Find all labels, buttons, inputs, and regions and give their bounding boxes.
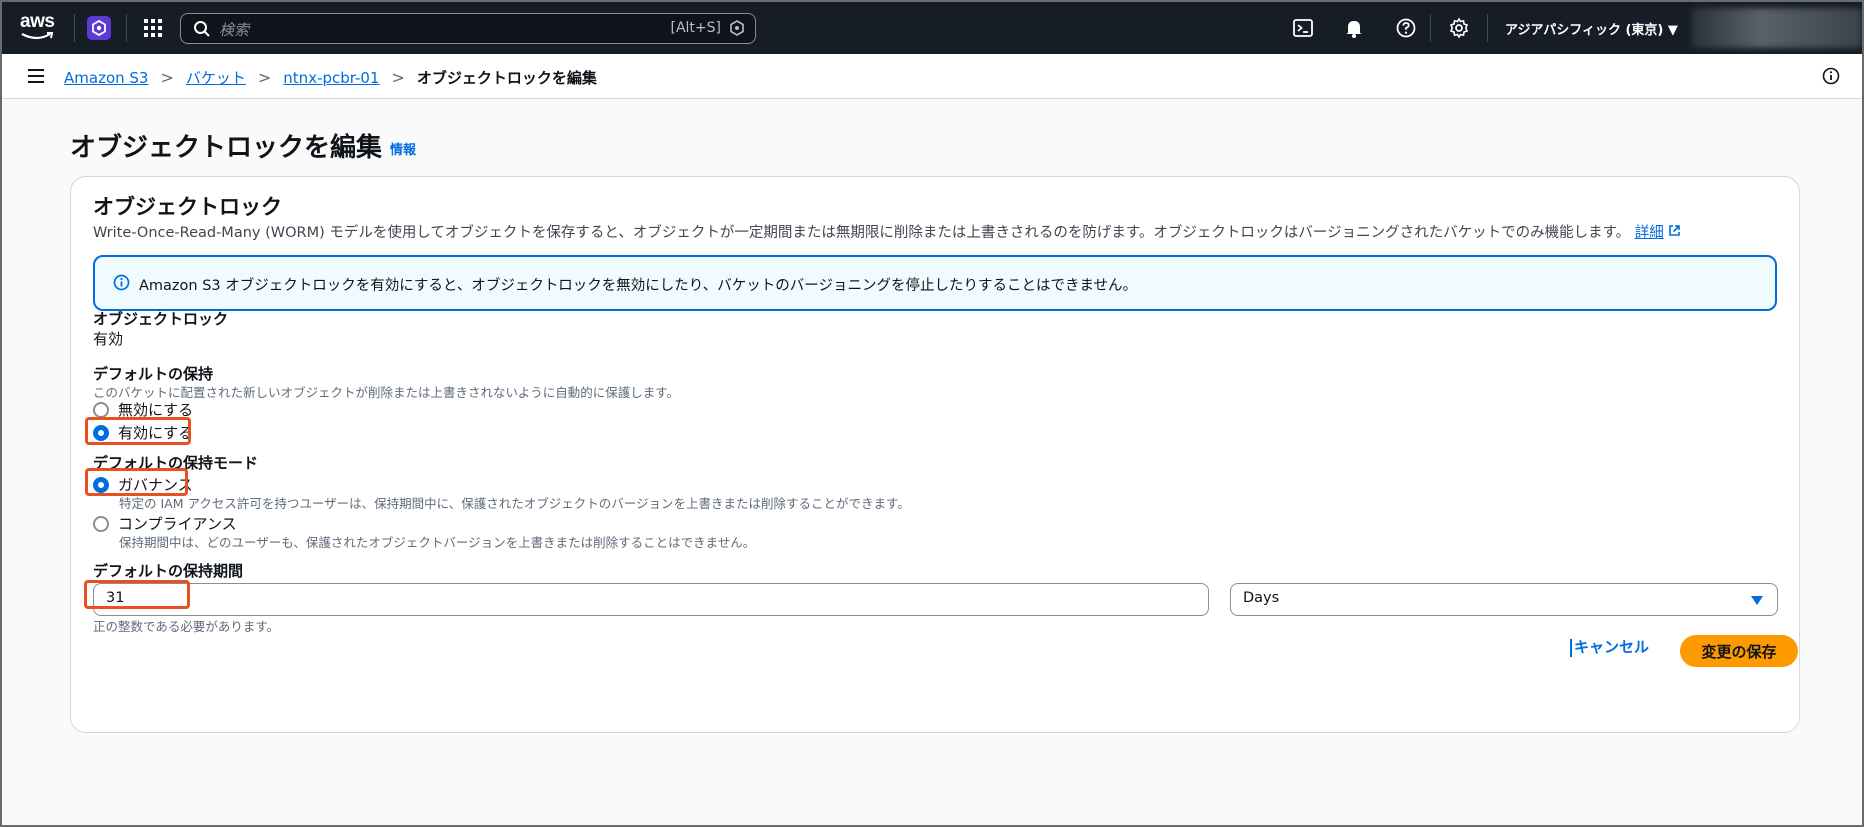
help-icon[interactable] xyxy=(1395,17,1417,39)
chevron-right-icon: > xyxy=(391,68,405,87)
cancel-button[interactable]: キャンセル xyxy=(1570,639,1649,657)
page-title-text: オブジェクトロックを編集 xyxy=(70,133,383,163)
amazon-q-icon[interactable] xyxy=(87,16,111,40)
settings-gear-icon[interactable] xyxy=(1448,17,1470,39)
aws-logo-text: aws xyxy=(20,11,55,32)
cloudshell-icon[interactable] xyxy=(1292,17,1314,39)
info-alert: Amazon S3 オブジェクトロックを有効にすると、オブジェクトロックを無効に… xyxy=(93,255,1777,311)
nav-divider xyxy=(1487,14,1488,42)
retention-unit-value: Days xyxy=(1243,590,1280,606)
radio-circle[interactable] xyxy=(93,401,109,418)
breadcrumb-bar: Amazon S3 > バケット > ntnx-pcbr-01 > オブジェクト… xyxy=(2,54,1862,99)
details-link[interactable]: 詳細 xyxy=(1635,225,1664,241)
object-lock-card: オブジェクトロック Write-Once-Read-Many (WORM) モデ… xyxy=(70,176,1800,733)
nav-divider xyxy=(74,14,75,42)
chevron-right-icon: > xyxy=(257,68,272,87)
highlight-box xyxy=(85,468,188,496)
nav-divider xyxy=(1430,14,1431,42)
default-retention-label: デフォルトの保持 xyxy=(93,365,214,383)
card-title: オブジェクトロック xyxy=(93,195,282,219)
caret-down-icon xyxy=(1751,596,1763,605)
save-changes-button[interactable]: 変更の保存 xyxy=(1680,635,1798,667)
radio-circle[interactable] xyxy=(93,515,109,532)
account-menu[interactable] xyxy=(1692,8,1862,48)
breadcrumb-bucket-name[interactable]: ntnx-pcbr-01 xyxy=(283,69,379,87)
alert-text: Amazon S3 オブジェクトロックを有効にすると、オブジェクトロックを無効に… xyxy=(139,278,1138,294)
services-grid-icon[interactable] xyxy=(143,18,163,38)
highlight-box xyxy=(84,580,190,609)
retention-period-input[interactable]: 31 xyxy=(93,583,1209,616)
top-navigation: aws 検索 [Alt+S] アジアパシフィック (東京) ▼ xyxy=(2,2,1862,54)
notification-bell-icon[interactable] xyxy=(1343,17,1365,39)
aws-smile-icon xyxy=(21,32,54,40)
retention-period-hint: 正の整数である必要があります。 xyxy=(93,619,280,634)
retention-unit-select[interactable]: Days xyxy=(1230,583,1778,616)
governance-description: 特定の IAM アクセス許可を持つユーザーは、保持期間中に、保護されたオブジェク… xyxy=(119,496,910,511)
main-content: オブジェクトロックを編集 情報 オブジェクトロック Write-Once-Read… xyxy=(2,99,1862,825)
external-link-icon[interactable] xyxy=(1668,224,1681,237)
radio-mode-compliance[interactable]: コンプライアンス xyxy=(93,513,237,534)
object-lock-value: 有効 xyxy=(93,330,124,348)
breadcrumb-buckets[interactable]: バケット xyxy=(186,67,246,88)
amazon-q-search-icon[interactable] xyxy=(729,20,745,36)
page-title: オブジェクトロックを編集 情報 xyxy=(70,127,416,164)
breadcrumb: Amazon S3 > バケット > ntnx-pcbr-01 > オブジェクト… xyxy=(64,67,597,88)
nav-divider xyxy=(126,14,127,42)
card-description: Write-Once-Read-Many (WORM) モデルを使用してオブジェ… xyxy=(93,221,1681,242)
region-selector[interactable]: アジアパシフィック (東京) ▼ xyxy=(1505,19,1678,38)
retention-period-label: デフォルトの保持期間 xyxy=(93,562,244,580)
object-lock-label: オブジェクトロック xyxy=(93,310,229,328)
info-panel-icon[interactable] xyxy=(1822,67,1840,85)
chevron-right-icon: > xyxy=(160,68,174,87)
info-link[interactable]: 情報 xyxy=(390,143,416,158)
info-icon xyxy=(113,274,130,291)
radio-label: コンプライアンス xyxy=(118,515,237,533)
breadcrumb-amazon-s3[interactable]: Amazon S3 xyxy=(64,69,148,87)
compliance-description: 保持期間中は、どのユーザーも、保護されたオブジェクトバージョンを上書きまたは削除… xyxy=(119,535,756,550)
card-description-text: Write-Once-Read-Many (WORM) モデルを使用してオブジェ… xyxy=(93,225,1631,241)
menu-hamburger-icon[interactable] xyxy=(27,68,45,84)
search-icon xyxy=(194,21,210,37)
search-shortcut: [Alt+S] xyxy=(670,20,722,36)
highlight-box xyxy=(85,417,191,445)
window: aws 検索 [Alt+S] アジアパシフィック (東京) ▼ Amazon S… xyxy=(0,0,1864,827)
aws-logo[interactable]: aws xyxy=(20,12,60,44)
breadcrumb-current: オブジェクトロックを編集 xyxy=(416,69,597,87)
search-input[interactable]: 検索 [Alt+S] xyxy=(180,13,756,44)
search-placeholder: 検索 xyxy=(219,21,250,39)
